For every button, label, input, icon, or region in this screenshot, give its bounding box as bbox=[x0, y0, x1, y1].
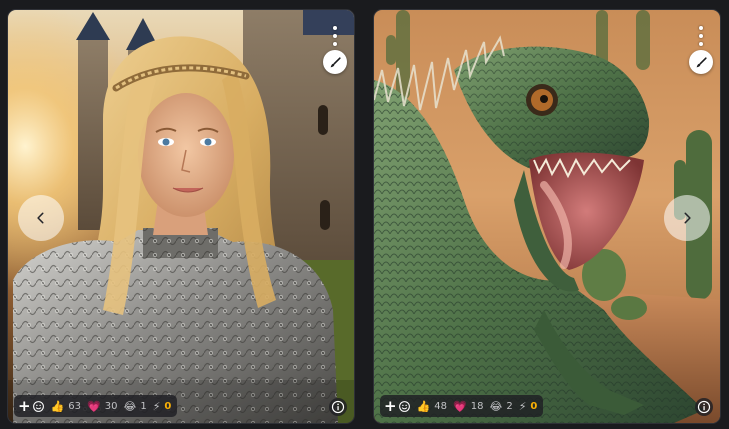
menu-dot bbox=[699, 26, 703, 30]
like-reaction[interactable]: 👍 63 bbox=[51, 401, 81, 412]
image-info-button[interactable] bbox=[695, 398, 713, 416]
smile-icon bbox=[32, 400, 44, 412]
laugh-reaction[interactable]: 😂 2 bbox=[489, 401, 512, 412]
info-icon bbox=[331, 400, 345, 414]
next-image-button[interactable] bbox=[664, 195, 710, 241]
laugh-count: 2 bbox=[506, 400, 513, 412]
buzz-count: 0 bbox=[164, 400, 172, 412]
card-more-menu-button[interactable] bbox=[696, 26, 706, 46]
add-reaction-button[interactable]: + bbox=[18, 396, 45, 415]
image-info-button[interactable] bbox=[329, 398, 347, 416]
buzz-tip[interactable]: ⚡ 0 bbox=[519, 401, 538, 412]
previous-image-button[interactable] bbox=[18, 195, 64, 241]
buzz-count: 0 bbox=[530, 400, 538, 412]
heart-count: 30 bbox=[104, 400, 118, 412]
heart-count: 18 bbox=[470, 400, 484, 412]
menu-dot bbox=[333, 26, 337, 30]
reaction-bar: + 👍 48 💗 18 😂 2 ⚡ 0 bbox=[380, 395, 544, 417]
menu-dot bbox=[699, 34, 703, 38]
image-card-knight[interactable]: + 👍 63 💗 30 😂 1 ⚡ 0 bbox=[8, 10, 354, 423]
plus-icon: + bbox=[18, 396, 31, 415]
chevron-right-icon bbox=[684, 212, 691, 224]
heart-reaction[interactable]: 💗 18 bbox=[453, 401, 483, 412]
chevron-left-icon bbox=[37, 212, 44, 224]
add-reaction-button[interactable]: + bbox=[384, 396, 411, 415]
buzz-tip[interactable]: ⚡ 0 bbox=[153, 401, 172, 412]
lightning-icon: ⚡ bbox=[518, 399, 527, 413]
laugh-reaction[interactable]: 😂 1 bbox=[123, 401, 146, 412]
lightning-icon: ⚡ bbox=[152, 399, 161, 413]
remix-button[interactable] bbox=[323, 50, 347, 74]
menu-dot bbox=[333, 42, 337, 46]
plus-icon: + bbox=[384, 396, 397, 415]
thumbs-up-icon: 👍 bbox=[416, 399, 431, 413]
image-gallery: + 👍 63 💗 30 😂 1 ⚡ 0 + 👍 48 💗 18 😂 2 ⚡ 0 bbox=[0, 0, 729, 429]
brush-icon bbox=[696, 56, 707, 67]
like-count: 63 bbox=[68, 400, 82, 412]
menu-dot bbox=[699, 42, 703, 46]
image-card-lizard[interactable]: + 👍 48 💗 18 😂 2 ⚡ 0 bbox=[374, 10, 720, 423]
info-icon bbox=[697, 400, 711, 414]
brush-icon bbox=[330, 56, 341, 67]
reaction-bar: + 👍 63 💗 30 😂 1 ⚡ 0 bbox=[14, 395, 178, 417]
laugh-count: 1 bbox=[140, 400, 147, 412]
remix-button[interactable] bbox=[689, 50, 713, 74]
laugh-icon: 😂 bbox=[489, 399, 503, 413]
menu-dot bbox=[333, 34, 337, 38]
like-count: 48 bbox=[434, 400, 448, 412]
thumbs-up-icon: 👍 bbox=[50, 399, 65, 413]
laugh-icon: 😂 bbox=[123, 399, 137, 413]
heart-icon: 💗 bbox=[87, 399, 101, 413]
heart-reaction[interactable]: 💗 30 bbox=[87, 401, 117, 412]
like-reaction[interactable]: 👍 48 bbox=[417, 401, 447, 412]
heart-icon: 💗 bbox=[453, 399, 467, 413]
smile-icon bbox=[398, 400, 410, 412]
card-more-menu-button[interactable] bbox=[330, 26, 340, 46]
